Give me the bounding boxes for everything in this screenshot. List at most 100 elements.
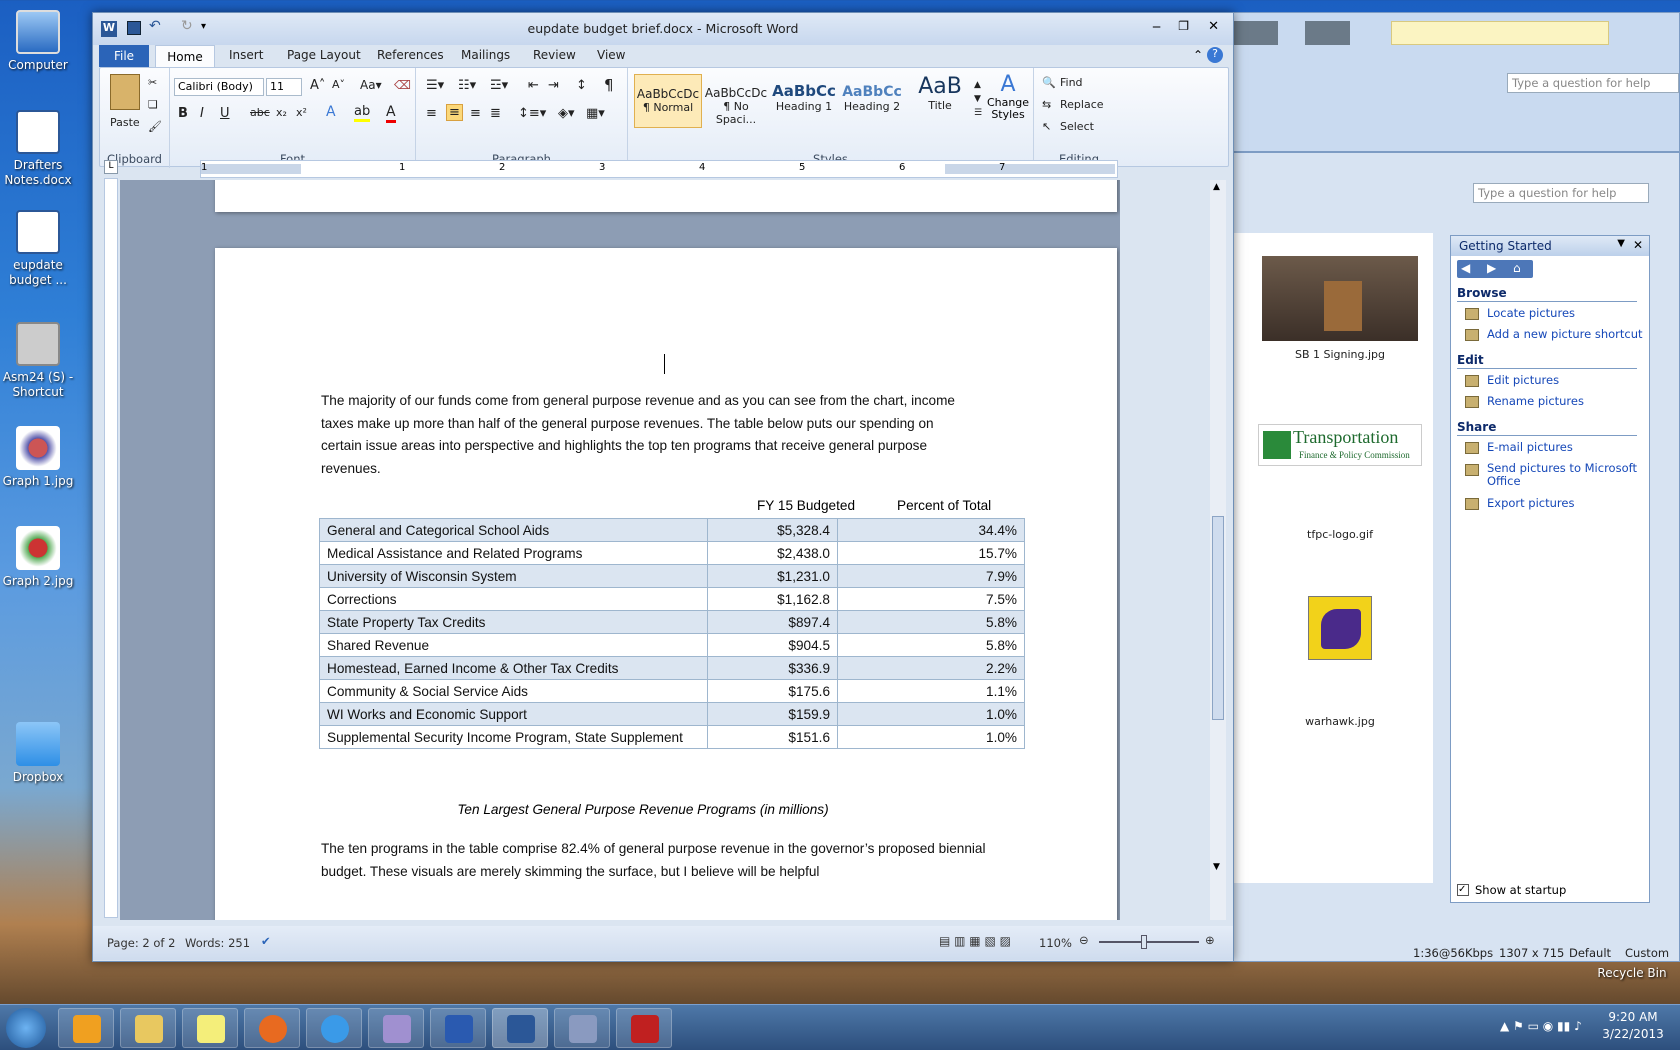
export-pictures-link[interactable]: Export pictures: [1487, 496, 1574, 510]
taskbar-fileopen[interactable]: [430, 1008, 486, 1048]
table-cell-budget[interactable]: $151.6: [707, 725, 838, 749]
table-cell-budget[interactable]: $175.6: [707, 679, 838, 703]
find-button[interactable]: Find: [1060, 76, 1083, 89]
table-cell-program[interactable]: Corrections: [319, 587, 708, 611]
taskbar-picture-manager[interactable]: [554, 1008, 610, 1048]
style-heading-2[interactable]: AaBbCc Heading 2: [838, 74, 906, 128]
desktop-icon-recycle-bin[interactable]: Recycle Bin: [1592, 966, 1672, 981]
vertical-scrollbar[interactable]: ▲ ▼: [1210, 180, 1226, 920]
table-cell-program[interactable]: General and Categorical School Aids: [319, 518, 708, 542]
font-size-dropdown[interactable]: 11: [266, 78, 302, 96]
tab-review[interactable]: Review: [533, 48, 576, 62]
taskbar-pidgin[interactable]: [368, 1008, 424, 1048]
font-name-dropdown[interactable]: Calibri (Body): [174, 78, 264, 96]
highlight-icon[interactable]: ab: [354, 104, 371, 122]
table-cell-percent[interactable]: 5.8%: [837, 610, 1025, 634]
clock[interactable]: 9:20 AM 3/22/2013: [1598, 1009, 1668, 1043]
table-cell-percent[interactable]: 5.8%: [837, 633, 1025, 657]
taskbar-explorer[interactable]: [120, 1008, 176, 1048]
locate-pictures-link[interactable]: Locate pictures: [1487, 306, 1575, 320]
replace-icon[interactable]: ⇆: [1042, 98, 1051, 111]
minimize-button[interactable]: ‒: [1152, 19, 1161, 35]
scroll-up-icon[interactable]: ▲: [1213, 182, 1220, 192]
desktop-icon-asm24-shortcut[interactable]: Asm24 (S) - Shortcut: [0, 322, 76, 400]
minimize-ribbon-icon[interactable]: ⌃: [1193, 48, 1203, 62]
superscript-icon[interactable]: x²: [296, 106, 307, 119]
background-window-top[interactable]: Type a question for help: [1232, 12, 1680, 152]
bold-icon[interactable]: B: [178, 106, 188, 121]
desktop-icon-eupdate-budget[interactable]: eupdate budget ...: [0, 210, 76, 288]
table-cell-program[interactable]: State Property Tax Credits: [319, 610, 708, 634]
zoom-in-icon[interactable]: ⊕: [1205, 933, 1215, 947]
taskbar-sticky-notes[interactable]: [182, 1008, 238, 1048]
tab-mailings[interactable]: Mailings: [461, 48, 510, 62]
table-cell-percent[interactable]: 34.4%: [837, 518, 1025, 542]
paste-button[interactable]: Paste: [110, 116, 140, 129]
styles-scroll-icon[interactable]: ▲ ▼ ☰: [974, 78, 982, 120]
home-icon[interactable]: ⌂: [1513, 261, 1521, 275]
style-title[interactable]: AaB Title: [906, 74, 974, 128]
table-cell-percent[interactable]: 7.9%: [837, 564, 1025, 588]
view-buttons[interactable]: ▤ ▥ ▦ ▧ ▨: [939, 934, 1011, 948]
table-row[interactable]: Supplemental Security Income Program, St…: [319, 725, 1025, 749]
table-cell-program[interactable]: University of Wisconsin System: [319, 564, 708, 588]
thumbnail-sb1-signing[interactable]: [1262, 256, 1418, 341]
find-icon[interactable]: 🔍: [1042, 76, 1056, 89]
table-cell-program[interactable]: Supplemental Security Income Program, St…: [319, 725, 708, 749]
change-styles-button[interactable]: A Change Styles: [984, 72, 1032, 121]
line-spacing-icon[interactable]: ↕≡▾: [518, 106, 546, 121]
zoom-out-icon[interactable]: ⊖: [1079, 933, 1089, 947]
taskbar-word[interactable]: [492, 1008, 548, 1048]
table-cell-program[interactable]: Community & Social Service Aids: [319, 679, 708, 703]
table-row[interactable]: General and Categorical School Aids $5,32…: [319, 518, 1025, 542]
table-cell-percent[interactable]: 1.0%: [837, 702, 1025, 726]
table-row[interactable]: State Property Tax Credits $897.4 5.8%: [319, 610, 1025, 634]
table-cell-budget[interactable]: $5,328.4: [707, 518, 838, 542]
forward-icon[interactable]: ▶: [1487, 261, 1496, 275]
underline-icon[interactable]: U: [220, 106, 230, 121]
budget-table[interactable]: General and Categorical School Aids $5,32…: [319, 518, 1025, 749]
shading-icon[interactable]: ◈▾: [558, 106, 575, 121]
email-pictures-link[interactable]: E-mail pictures: [1487, 440, 1573, 454]
table-row[interactable]: Corrections $1,162.8 7.5%: [319, 587, 1025, 611]
zoom-level[interactable]: 110%: [1039, 936, 1072, 950]
desktop-icon-drafters-notes[interactable]: Drafters Notes.docx: [0, 110, 76, 188]
maximize-button[interactable]: ❐: [1178, 19, 1189, 33]
select-button[interactable]: Select: [1060, 120, 1094, 133]
table-cell-budget[interactable]: $1,231.0: [707, 564, 838, 588]
tab-view[interactable]: View: [597, 48, 625, 62]
text-effects-icon[interactable]: A: [326, 104, 336, 120]
help-icon[interactable]: ?: [1207, 47, 1223, 63]
table-row[interactable]: Shared Revenue $904.5 5.8%: [319, 633, 1025, 657]
table-cell-budget[interactable]: $897.4: [707, 610, 838, 634]
vertical-ruler[interactable]: [104, 178, 118, 918]
taskbar-acrobat[interactable]: [616, 1008, 672, 1048]
tab-home[interactable]: Home: [155, 45, 215, 68]
table-cell-program[interactable]: WI Works and Economic Support: [319, 702, 708, 726]
page-2[interactable]: The majority of our funds come from gene…: [215, 248, 1117, 920]
document-area[interactable]: The majority of our funds come from gene…: [120, 180, 1120, 920]
cut-icon[interactable]: ✂: [148, 76, 157, 89]
style-normal[interactable]: AaBbCcDc ¶ Normal: [634, 74, 702, 128]
desktop-icon-graph1[interactable]: Graph 1.jpg: [0, 426, 76, 489]
select-icon[interactable]: ↖: [1042, 120, 1051, 133]
show-formatting-icon[interactable]: ¶: [604, 76, 614, 94]
desktop-icon-computer[interactable]: Computer: [0, 10, 76, 73]
thumbnail-warhawk[interactable]: [1308, 596, 1372, 660]
add-shortcut-link[interactable]: Add a new picture shortcut: [1487, 327, 1643, 341]
table-cell-percent[interactable]: 1.1%: [837, 679, 1025, 703]
align-center-icon[interactable]: ≡: [446, 104, 463, 121]
align-left-icon[interactable]: ≡: [426, 106, 437, 121]
grow-font-icon[interactable]: A˄: [310, 78, 325, 93]
font-color-icon[interactable]: A: [386, 104, 396, 123]
paste-icon[interactable]: [110, 74, 140, 110]
tab-selector[interactable]: L: [104, 160, 118, 174]
body-paragraph-1[interactable]: The majority of our funds come from gene…: [321, 390, 971, 480]
show-at-startup-checkbox[interactable]: ✓: [1457, 884, 1469, 896]
table-cell-budget[interactable]: $1,162.8: [707, 587, 838, 611]
page-count[interactable]: Page: 2 of 2: [107, 936, 175, 950]
table-cell-program[interactable]: Homestead, Earned Income & Other Tax Cre…: [319, 656, 708, 680]
scroll-down-icon[interactable]: ▼: [1213, 862, 1220, 872]
table-cell-percent[interactable]: 7.5%: [837, 587, 1025, 611]
table-cell-percent[interactable]: 15.7%: [837, 541, 1025, 565]
